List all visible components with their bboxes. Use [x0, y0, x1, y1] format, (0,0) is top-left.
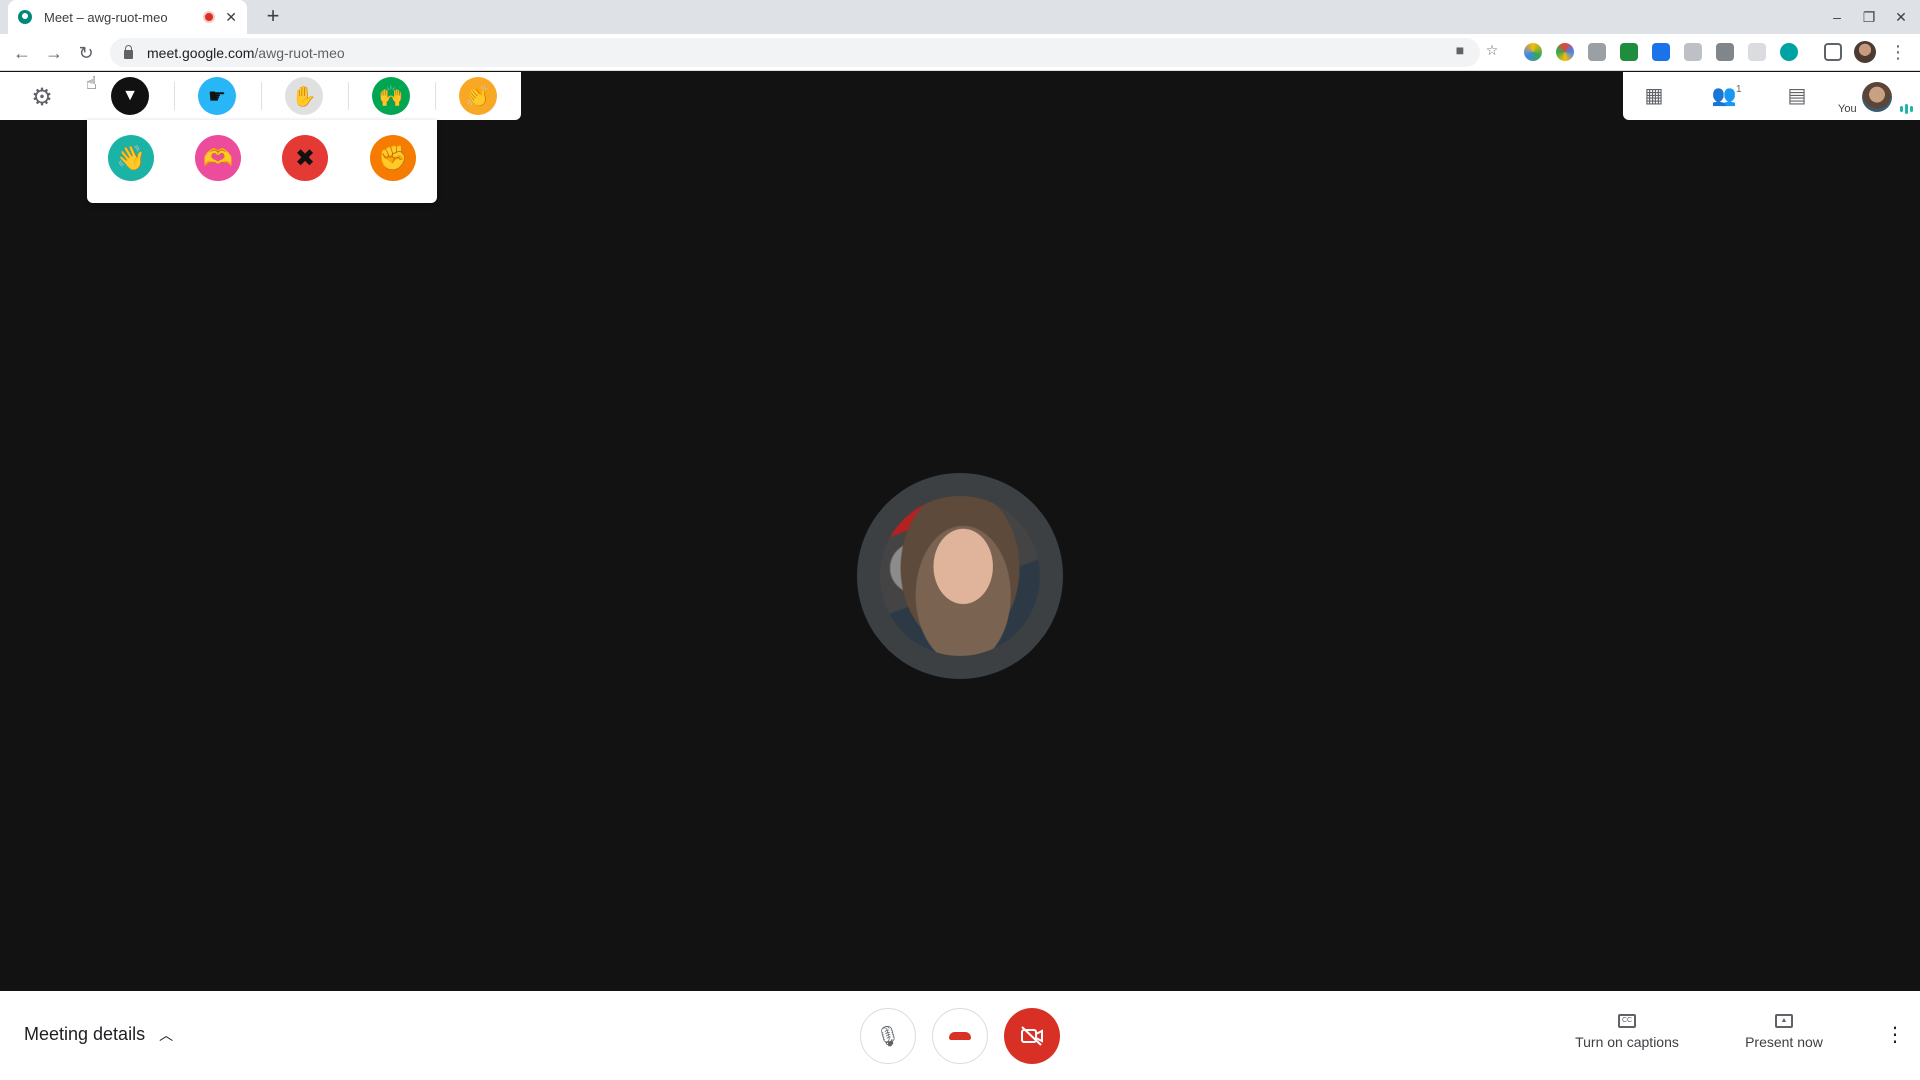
camera-off-button[interactable]	[1004, 1008, 1060, 1064]
present-label: Present now	[1745, 1034, 1823, 1050]
divider	[261, 82, 262, 110]
chevron-up-icon: ︿	[159, 1026, 174, 1043]
participant-avatar	[880, 496, 1040, 656]
point-gesture-icon[interactable]: ☛	[198, 77, 236, 115]
present-now-button[interactable]: ▲ Present now	[1724, 1014, 1844, 1052]
mouse-cursor-icon: ☝	[86, 73, 97, 93]
divider	[174, 82, 175, 110]
captions-button[interactable]: CC Turn on captions	[1567, 1014, 1687, 1052]
extension-9-icon[interactable]	[1780, 43, 1798, 61]
wave-gesture-icon[interactable]: 👋	[108, 135, 154, 181]
recording-icon	[203, 11, 216, 23]
window-close-button[interactable]: ✕	[1886, 4, 1916, 30]
extension-1-icon[interactable]	[1524, 43, 1542, 61]
restore-button[interactable]: ❐	[1854, 4, 1884, 30]
collapse-gestures-icon[interactable]: ▼	[111, 77, 149, 115]
raise-hand-gesture-icon[interactable]: ✋	[285, 77, 323, 115]
participants-count: 1	[1736, 84, 1742, 95]
camera-off-icon	[1021, 1026, 1043, 1046]
extension-8-icon[interactable]	[1748, 43, 1766, 61]
chrome-profile-avatar[interactable]	[1854, 41, 1876, 63]
reload-icon[interactable]: ↻	[72, 39, 100, 67]
more-options-icon[interactable]: ⋮	[1883, 1020, 1907, 1050]
microphone-button[interactable]: 🎙	[860, 1008, 916, 1064]
extension-6-icon[interactable]	[1684, 43, 1702, 61]
back-icon[interactable]: ←	[8, 39, 36, 67]
layout-grid-icon[interactable]: ▦	[1638, 82, 1670, 110]
microphone-icon: 🎙	[875, 1025, 901, 1048]
self-label: You	[1838, 103, 1857, 115]
chat-icon[interactable]: ▤	[1781, 82, 1813, 110]
divider	[348, 82, 349, 110]
extension-7-icon[interactable]	[1716, 43, 1734, 61]
settings-gear-icon[interactable]: ⚙	[28, 84, 56, 112]
meeting-details-button[interactable]: Meeting details ︿	[24, 1024, 173, 1045]
captions-icon: CC	[1618, 1014, 1636, 1028]
captions-label: Turn on captions	[1575, 1034, 1679, 1050]
url-text: meet.google.com/awg-ruot-meo	[147, 44, 345, 61]
leave-call-button[interactable]	[932, 1008, 988, 1064]
self-avatar[interactable]	[1862, 82, 1892, 112]
forward-icon[interactable]: →	[40, 39, 68, 67]
speaking-indicator-icon	[1900, 104, 1913, 114]
both-hands-gesture-icon[interactable]: 🙌	[372, 77, 410, 115]
heart-hands-gesture-icon[interactable]: 🫶	[195, 135, 241, 181]
tab-close-icon[interactable]: ✕	[225, 9, 237, 26]
browser-tab[interactable]: Meet – awg-ruot-meo ✕	[8, 0, 247, 34]
camera-blocked-icon[interactable]: ■	[1448, 38, 1472, 62]
applause-gesture-icon[interactable]: 👏	[459, 77, 497, 115]
chrome-menu-icon[interactable]: ⋮	[1888, 38, 1908, 66]
meet-favicon-icon	[18, 10, 32, 24]
extension-5-icon[interactable]	[1652, 43, 1670, 61]
extension-2-icon[interactable]	[1556, 43, 1574, 61]
bookmark-star-icon[interactable]: ☆	[1480, 38, 1504, 62]
extension-4-icon[interactable]	[1620, 43, 1638, 61]
lock-icon	[124, 45, 133, 59]
new-tab-button[interactable]: +	[260, 4, 286, 30]
extension-3-icon[interactable]	[1588, 43, 1606, 61]
present-screen-icon: ▲	[1775, 1014, 1793, 1028]
meeting-details-label: Meeting details	[24, 1024, 146, 1044]
tab-title: Meet – awg-ruot-meo	[44, 9, 168, 25]
tab-strip: Meet – awg-ruot-meo ✕ + – ❐ ✕	[0, 0, 1920, 34]
cross-arms-gesture-icon[interactable]: ✖	[282, 135, 328, 181]
cast-icon[interactable]	[1824, 43, 1842, 61]
hang-up-icon	[949, 1032, 971, 1040]
fist-gesture-icon[interactable]: ✊	[370, 135, 416, 181]
divider	[435, 82, 436, 110]
address-bar[interactable]: meet.google.com/awg-ruot-meo	[110, 38, 1480, 67]
minimize-button[interactable]: –	[1822, 4, 1852, 30]
